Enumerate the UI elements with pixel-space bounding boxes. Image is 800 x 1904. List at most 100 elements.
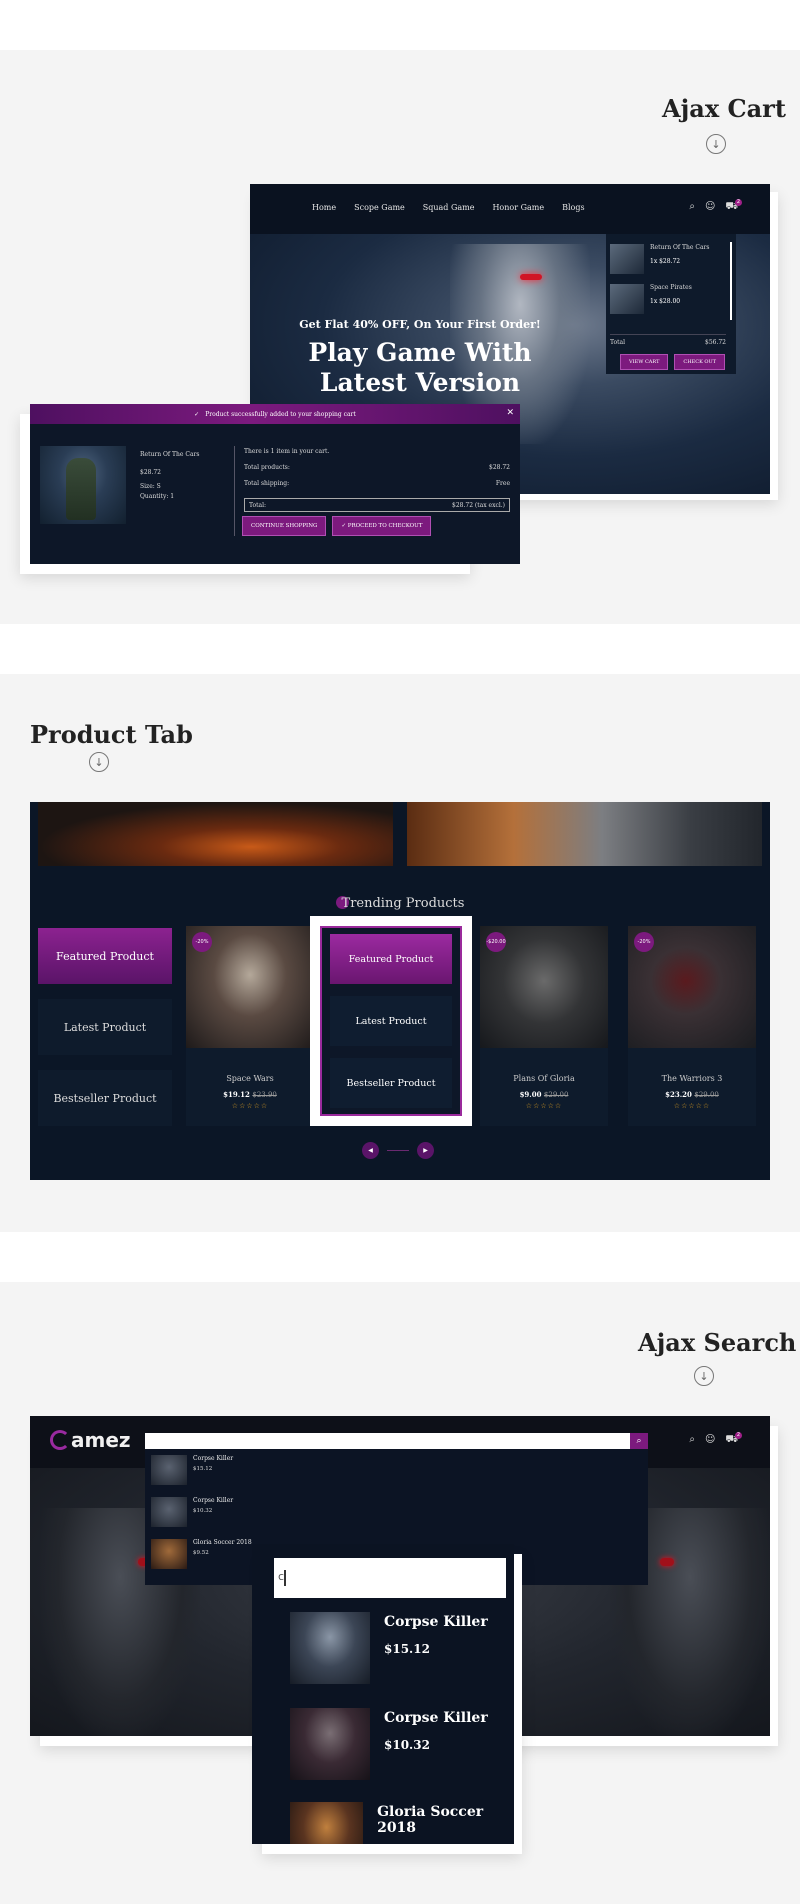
product-name[interactable]: Space Wars	[186, 1074, 314, 1083]
cart-dropdown-item[interactable]: Space Pirates 1x $28.00	[610, 284, 692, 314]
cart-item-price: 1x $28.72	[650, 258, 681, 265]
site-logo[interactable]: amez	[50, 1428, 131, 1452]
continue-shopping-button[interactable]: CONTINUE SHOPPING	[242, 516, 327, 536]
modal-cart-summary: There is 1 item in your cart. Total prod…	[244, 448, 510, 512]
cart-item-name: Space Pirates	[650, 284, 692, 291]
total-products-row: Total products: $28.72	[244, 464, 510, 480]
nav-link-blogs[interactable]: Blogs	[562, 203, 584, 212]
modal-header: ✓ Product successfully added to your sho…	[30, 404, 520, 424]
search-result-item[interactable]: Gloria Soccer 2018 $9.52	[151, 1539, 252, 1569]
checkmark-icon: ✓	[194, 410, 200, 418]
result-name: Corpse Killer	[384, 1710, 488, 1726]
close-icon[interactable]: ✕	[506, 408, 514, 418]
product-card[interactable]: -20% The Warriors 3 $23.20 $29.00 ☆☆☆☆☆	[628, 926, 756, 1126]
modal-product-price: $28.72	[140, 469, 161, 476]
cart-dropdown: Return Of The Cars 1x $28.72 Space Pirat…	[606, 234, 736, 374]
product-thumbnail	[290, 1708, 370, 1780]
search-input[interactable]	[145, 1433, 630, 1449]
zoom-tab-featured-product[interactable]: Featured Product	[330, 934, 452, 984]
prev-arrow-icon[interactable]: ◀	[362, 1142, 379, 1159]
total-value: $28.72 (tax excl.)	[452, 501, 505, 509]
arrow-down-circle-icon: ↓	[89, 752, 109, 772]
product-name[interactable]: The Warriors 3	[628, 1074, 756, 1083]
search-result-item[interactable]: Corpse Killer $15.12	[151, 1455, 233, 1485]
search-icon[interactable]: ⌕	[689, 201, 695, 214]
hero-title-line2: Latest Version	[319, 368, 521, 397]
cart-dropdown-item[interactable]: Return Of The Cars 1x $28.72	[610, 244, 709, 274]
zoom-tab-latest-product[interactable]: Latest Product	[330, 996, 452, 1046]
trending-products-label: Trending Products	[341, 896, 465, 911]
tab-latest-product[interactable]: Latest Product	[38, 999, 172, 1055]
user-icon[interactable]: ☺	[705, 1434, 715, 1447]
product-thumbnail	[610, 244, 644, 274]
carousel-pager: ◀ ▶	[362, 1142, 434, 1159]
product-price: $19.12 $23.90	[186, 1090, 314, 1099]
zoom-search-result[interactable]: Gloria Soccer 2018$9.52	[290, 1802, 514, 1844]
product-name[interactable]: Plans Of Gloria	[480, 1074, 608, 1083]
search-result-item[interactable]: Corpse Killer $10.32	[151, 1497, 233, 1527]
proceed-to-checkout-button[interactable]: ✓ PROCEED TO CHECKOUT	[332, 516, 432, 536]
rating-stars: ☆☆☆☆☆	[525, 1102, 563, 1110]
search-icon[interactable]: ⌕	[689, 1434, 695, 1447]
modal-product-image	[40, 446, 126, 524]
cart-item-price: 1x $28.00	[650, 298, 681, 305]
total-shipping-value: Free	[495, 480, 510, 487]
zoom-tab-bestseller-product[interactable]: Bestseller Product	[330, 1058, 452, 1108]
tab-featured-product[interactable]: Featured Product	[38, 928, 172, 984]
arrow-down-circle-icon: ↓	[706, 134, 726, 154]
nav-link-squad-game[interactable]: Squad Game	[423, 203, 475, 212]
promo-banner-right[interactable]	[407, 802, 762, 866]
product-thumbnail	[151, 1539, 187, 1569]
total-label: Total:	[249, 501, 267, 509]
cart-count-badge: 2	[735, 199, 742, 206]
total-products-label: Total products:	[244, 464, 290, 471]
result-price: $15.12	[193, 1466, 213, 1472]
tab-bestseller-product[interactable]: Bestseller Product	[38, 1070, 172, 1126]
product-thumbnail	[290, 1802, 364, 1844]
hero-subtitle: Get Flat 40% OFF, On Your First Order!	[299, 318, 541, 331]
zoom-search-input[interactable]: c	[274, 1558, 506, 1598]
cart-scrollbar[interactable]	[730, 242, 732, 320]
result-name: Corpse Killer	[193, 1455, 234, 1462]
tabs-zoom-panel: Featured Product Latest Product Bestsell…	[320, 926, 462, 1116]
product-thumbnail	[610, 284, 644, 314]
hero-visor	[520, 274, 542, 280]
zoom-search-result[interactable]: Corpse Killer $10.32	[290, 1708, 488, 1780]
product-tab-demo: Trending Products Featured Product Lates…	[30, 802, 770, 1180]
trending-products-title: Trending Products	[30, 896, 770, 911]
old-price: $23.90	[252, 1091, 277, 1099]
add-to-cart-modal: ✓ Product successfully added to your sho…	[30, 404, 520, 564]
view-cart-button[interactable]: VIEW CART	[620, 354, 669, 370]
nav-link-honor-game[interactable]: Honor Game	[492, 203, 544, 212]
result-price: $10.32	[384, 1738, 430, 1752]
search-zoom-callout: c Corpse Killer $15.12 Corpse Killer $10.3…	[252, 1544, 514, 1844]
product-card[interactable]: -20% Space Wars $19.12 $23.90 ☆☆☆☆☆	[186, 926, 314, 1126]
text-caret	[284, 1570, 286, 1586]
discount-badge: -20%	[192, 932, 212, 952]
product-thumbnail	[290, 1612, 370, 1684]
current-price: $19.12	[223, 1090, 250, 1099]
next-arrow-icon[interactable]: ▶	[417, 1142, 434, 1159]
nav-link-home[interactable]: Home	[312, 203, 336, 212]
zoom-search-result[interactable]: Corpse Killer $15.12	[290, 1612, 488, 1684]
section-title-ajax-cart: Ajax Cart	[662, 94, 786, 123]
total-row: Total: $28.72 (tax excl.)	[244, 498, 510, 512]
modal-product-size: Size: S	[140, 483, 161, 490]
discount-badge: -20%	[634, 932, 654, 952]
modal-header-text: Product successfully added to your shopp…	[205, 410, 356, 418]
nav-link-scope-game[interactable]: Scope Game	[354, 203, 405, 212]
total-products-value: $28.72	[489, 464, 510, 471]
product-card[interactable]: -$20.00 Plans Of Gloria $9.00 $29.00 ☆☆☆…	[480, 926, 608, 1126]
cart-item-count: There is 1 item in your cart.	[244, 448, 330, 455]
total-shipping-label: Total shipping:	[244, 480, 290, 487]
proceed-to-checkout-label: PROCEED TO CHECKOUT	[347, 523, 423, 529]
product-price: $9.00 $29.00	[480, 1090, 608, 1099]
search-submit-icon[interactable]: ⌕	[630, 1433, 648, 1449]
check-out-button[interactable]: CHECK OUT	[674, 354, 726, 370]
user-icon[interactable]: ☺	[705, 201, 715, 214]
modal-product-name: Return Of The Cars	[140, 451, 200, 458]
hero-title: Play Game With Latest Version	[250, 338, 590, 398]
pager-line	[387, 1150, 409, 1151]
rating-stars: ☆☆☆☆☆	[231, 1102, 269, 1110]
promo-banner-left[interactable]	[38, 802, 393, 866]
